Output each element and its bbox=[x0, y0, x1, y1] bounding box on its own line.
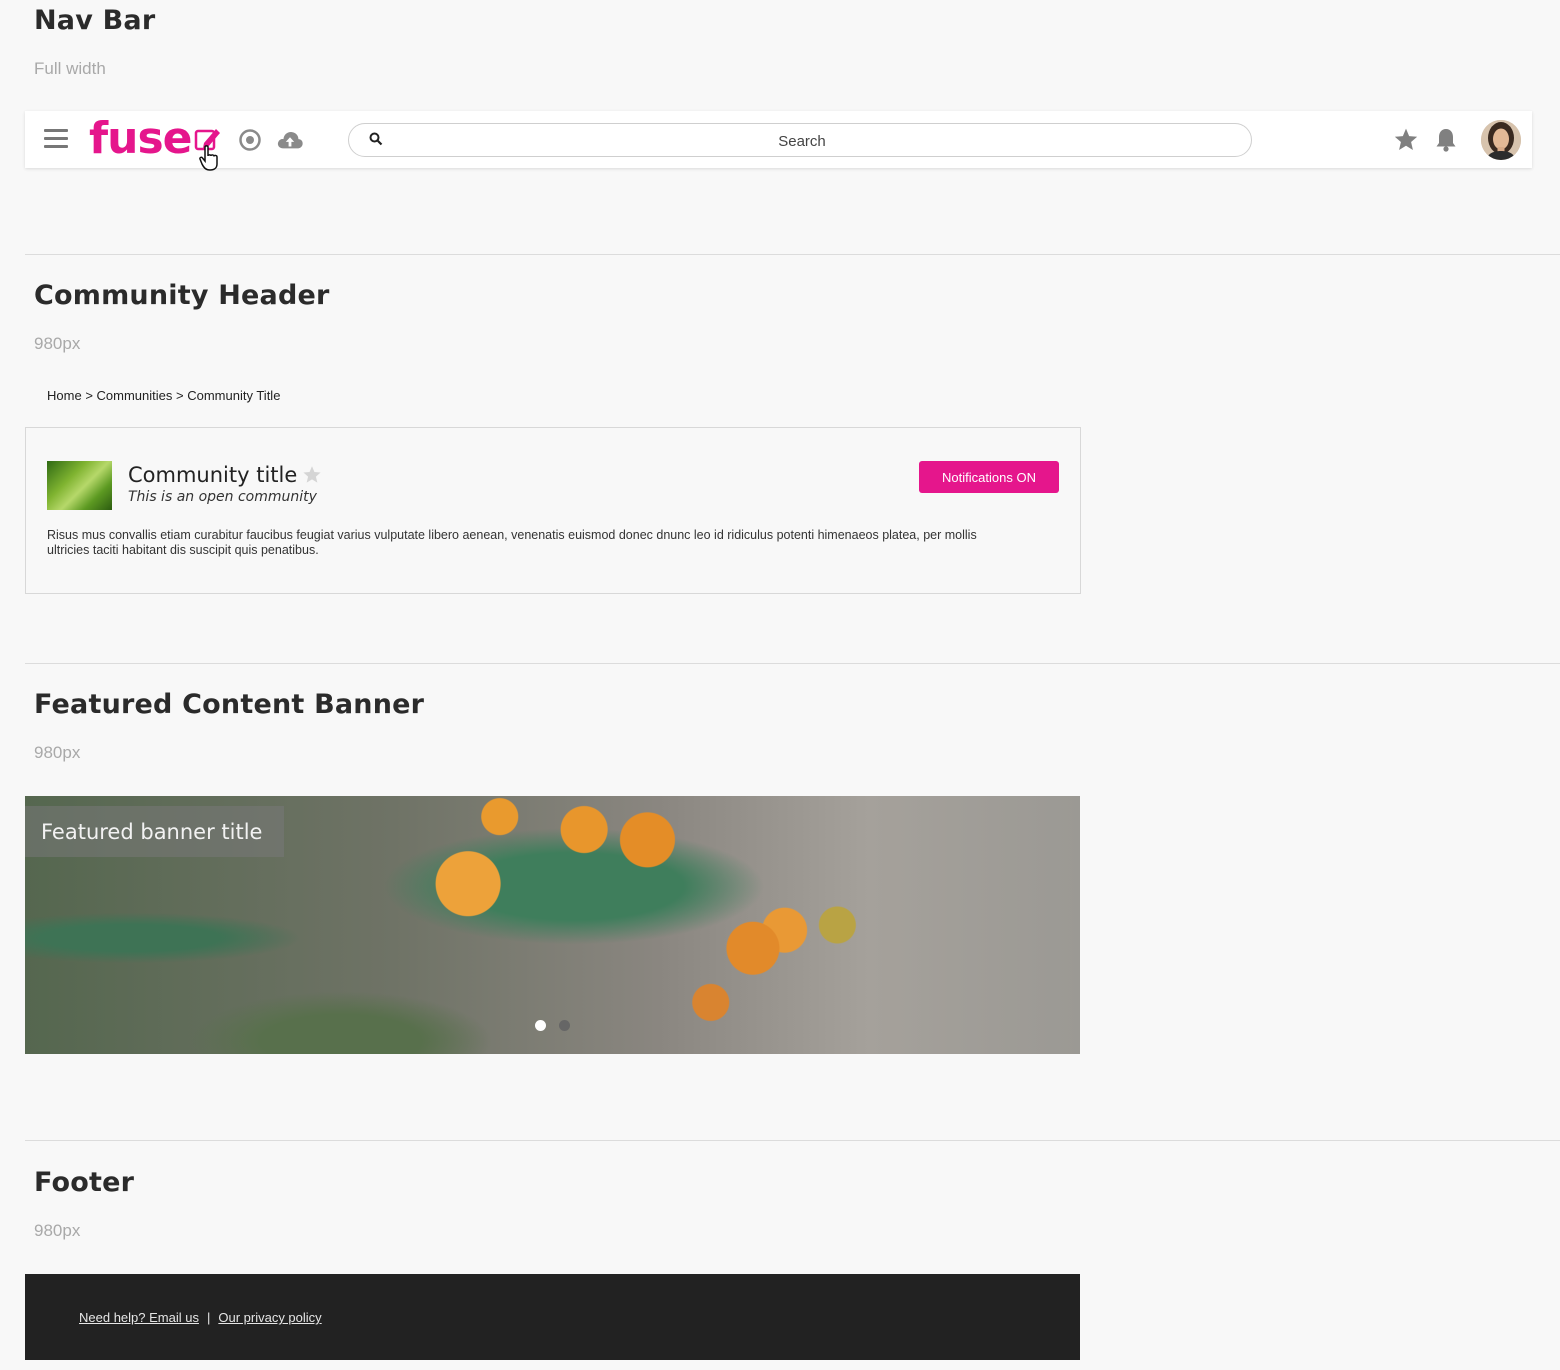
community-subtitle: This is an open community bbox=[128, 489, 317, 505]
fuse-logo[interactable]: fuse bbox=[89, 113, 192, 164]
community-thumbnail bbox=[47, 461, 112, 510]
section-title-community: Community Header bbox=[34, 280, 330, 311]
favorite-star-icon[interactable] bbox=[302, 465, 322, 490]
search-icon bbox=[369, 132, 383, 151]
section-subtitle-community: 980px bbox=[34, 334, 81, 353]
section-divider bbox=[25, 254, 1560, 255]
footer: Need help? Email us | Our privacy policy bbox=[25, 1274, 1080, 1360]
community-description: Risus mus convallis etiam curabitur fauc… bbox=[47, 528, 977, 557]
featured-banner[interactable]: Featured banner title bbox=[25, 796, 1080, 1054]
help-email-link[interactable]: Need help? Email us bbox=[79, 1310, 199, 1325]
section-divider bbox=[25, 1140, 1560, 1141]
breadcrumb-communities[interactable]: Communities bbox=[97, 388, 173, 403]
notifications-button[interactable]: Notifications ON bbox=[919, 461, 1059, 493]
section-title-footer: Footer bbox=[34, 1167, 135, 1198]
section-title-nav: Nav Bar bbox=[34, 5, 156, 36]
breadcrumb: Home > Communities > Community Title bbox=[47, 388, 280, 403]
breadcrumb-separator: > bbox=[85, 388, 93, 403]
section-title-banner: Featured Content Banner bbox=[34, 689, 425, 720]
privacy-policy-link[interactable]: Our privacy policy bbox=[218, 1310, 321, 1325]
community-title: Community title bbox=[128, 463, 298, 487]
footer-divider: | bbox=[206, 1310, 211, 1325]
breadcrumb-separator: > bbox=[176, 388, 184, 403]
community-header-card: Community title This is an open communit… bbox=[25, 427, 1081, 594]
hand-cursor-icon bbox=[199, 145, 221, 176]
banner-title-box: Featured banner title bbox=[25, 806, 284, 857]
nav-bar: fuse bbox=[25, 111, 1532, 171]
footer-links: Need help? Email us | Our privacy policy bbox=[79, 1310, 322, 1325]
cloud-upload-icon[interactable] bbox=[276, 126, 304, 154]
section-subtitle-nav: Full width bbox=[34, 59, 106, 78]
section-subtitle-footer: 980px bbox=[34, 1221, 81, 1240]
carousel-dot-2[interactable] bbox=[559, 1020, 570, 1031]
section-subtitle-banner: 980px bbox=[34, 743, 81, 762]
bell-icon[interactable] bbox=[1432, 126, 1460, 154]
carousel-dot-1[interactable] bbox=[535, 1020, 546, 1031]
search-bar[interactable] bbox=[348, 123, 1255, 158]
star-icon[interactable] bbox=[1392, 126, 1420, 154]
target-icon[interactable] bbox=[236, 126, 264, 154]
banner-title: Featured banner title bbox=[41, 820, 263, 844]
section-divider bbox=[25, 663, 1560, 664]
avatar[interactable] bbox=[1481, 120, 1521, 160]
breadcrumb-home[interactable]: Home bbox=[47, 388, 82, 403]
menu-icon[interactable] bbox=[44, 129, 68, 149]
search-input[interactable] bbox=[349, 124, 1255, 158]
breadcrumb-current: Community Title bbox=[187, 388, 281, 403]
